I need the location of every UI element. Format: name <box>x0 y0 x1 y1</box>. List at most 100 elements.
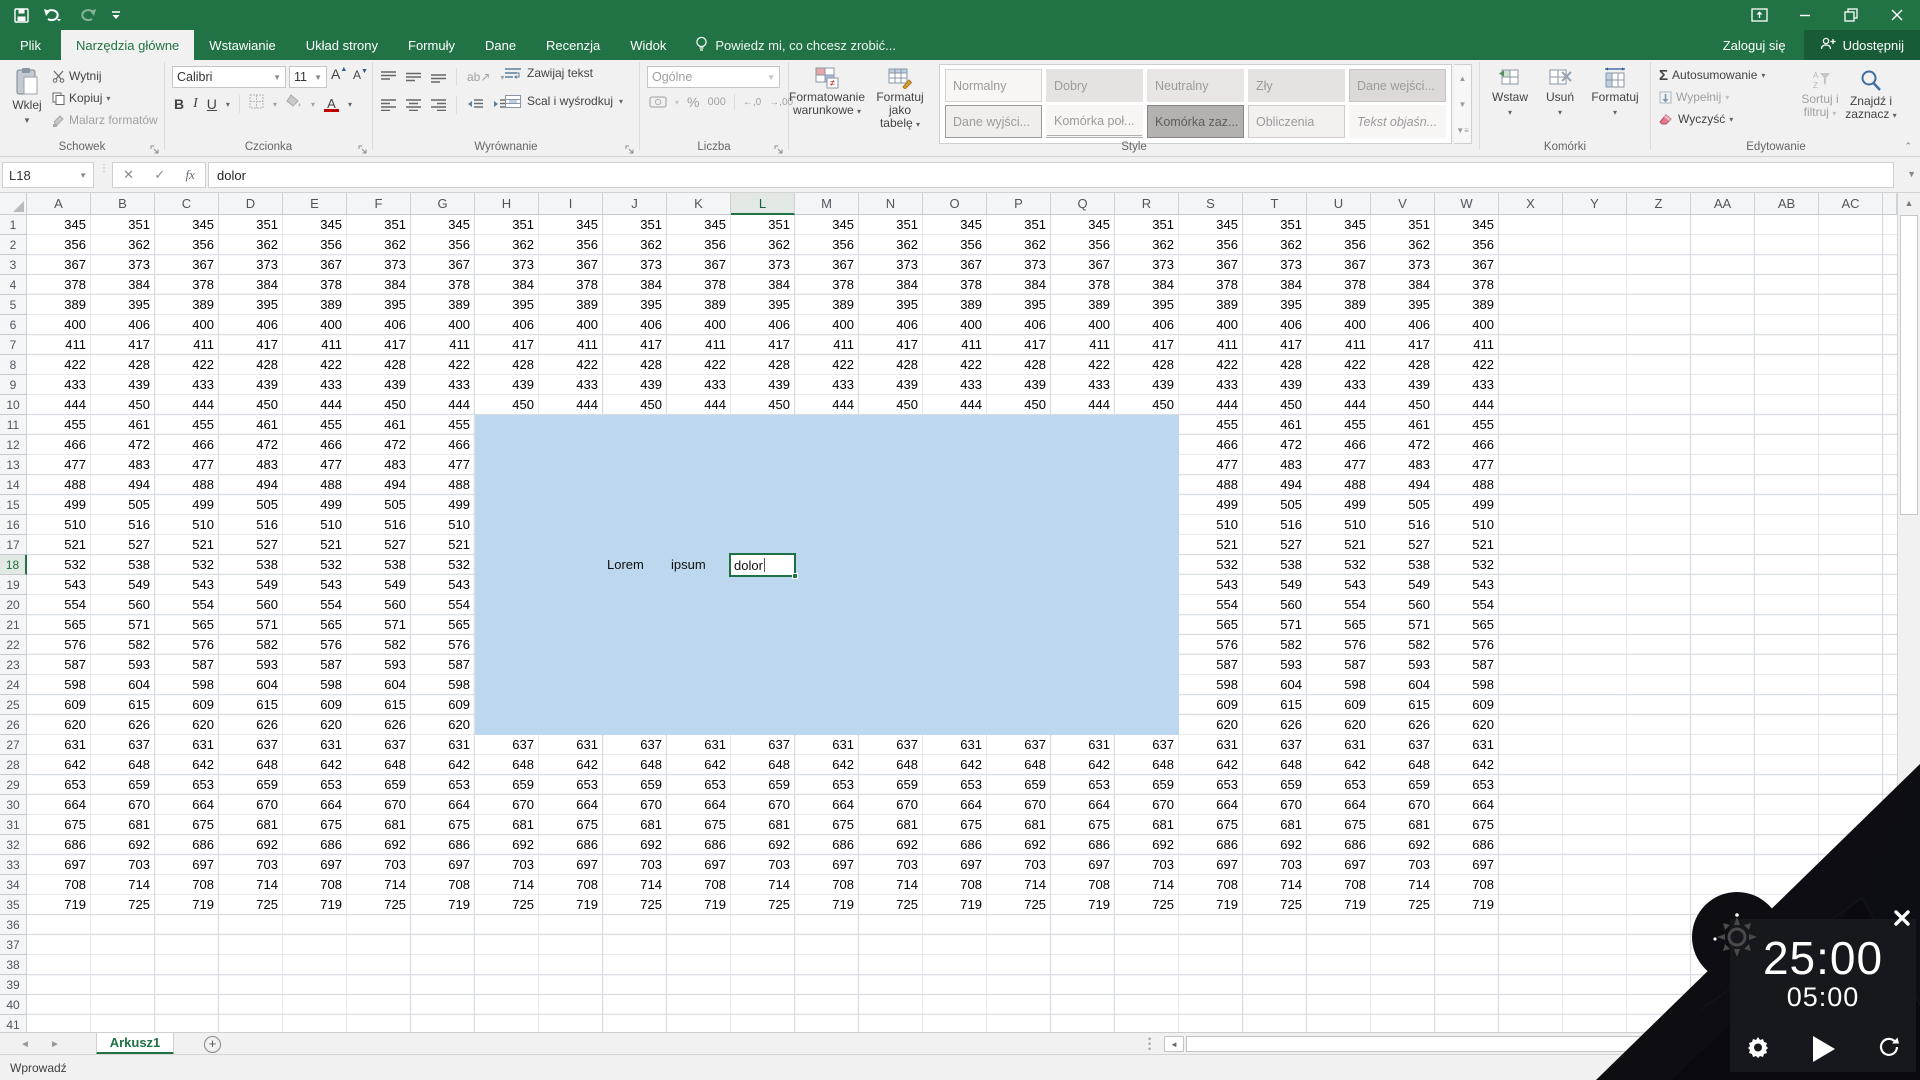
cell-C31[interactable]: 675 <box>155 815 219 835</box>
cell-W1[interactable]: 345 <box>1435 215 1499 235</box>
cell-A35[interactable]: 719 <box>27 895 91 915</box>
cell-D23[interactable]: 593 <box>219 655 283 675</box>
cell-K27[interactable]: 631 <box>667 735 731 755</box>
save-icon[interactable] <box>14 8 29 23</box>
cell-H7[interactable]: 417 <box>475 335 539 355</box>
row-header-8[interactable]: 8 <box>0 355 27 375</box>
cell-J31[interactable]: 681 <box>603 815 667 835</box>
cell-G24[interactable]: 598 <box>411 675 475 695</box>
cell-J3[interactable]: 373 <box>603 255 667 275</box>
tab-data[interactable]: Dane <box>470 30 531 60</box>
cell-U32[interactable]: 686 <box>1307 835 1371 855</box>
cell-J33[interactable]: 703 <box>603 855 667 875</box>
cell-T25[interactable]: 615 <box>1243 695 1307 715</box>
cell-H28[interactable]: 648 <box>475 755 539 775</box>
ribbon-display-options-icon[interactable] <box>1736 0 1782 30</box>
cell-G18[interactable]: 532 <box>411 555 475 575</box>
cell-B32[interactable]: 692 <box>91 835 155 855</box>
cell-L28[interactable]: 648 <box>731 755 795 775</box>
cell-G31[interactable]: 675 <box>411 815 475 835</box>
cell-E30[interactable]: 664 <box>283 795 347 815</box>
cell-J2[interactable]: 362 <box>603 235 667 255</box>
cell-J10[interactable]: 450 <box>603 395 667 415</box>
cell-U11[interactable]: 455 <box>1307 415 1371 435</box>
cell-C30[interactable]: 664 <box>155 795 219 815</box>
insert-function-icon[interactable]: fx <box>185 167 194 183</box>
cell-G34[interactable]: 708 <box>411 875 475 895</box>
cell-J1[interactable]: 351 <box>603 215 667 235</box>
cell-L32[interactable]: 692 <box>731 835 795 855</box>
cell-K34[interactable]: 708 <box>667 875 731 895</box>
cell-Q10[interactable]: 444 <box>1051 395 1115 415</box>
cell-T30[interactable]: 670 <box>1243 795 1307 815</box>
underline-dropdown-icon[interactable]: ▾ <box>226 100 230 109</box>
cell-N32[interactable]: 692 <box>859 835 923 855</box>
cell-K29[interactable]: 653 <box>667 775 731 795</box>
cell-E16[interactable]: 510 <box>283 515 347 535</box>
cell-R35[interactable]: 725 <box>1115 895 1179 915</box>
row-header-38[interactable]: 38 <box>0 955 27 975</box>
cell-V33[interactable]: 703 <box>1371 855 1435 875</box>
cell-F29[interactable]: 659 <box>347 775 411 795</box>
cell-T17[interactable]: 527 <box>1243 535 1307 555</box>
collapse-ribbon-icon[interactable]: ⌃ <box>1904 141 1912 152</box>
cell-J29[interactable]: 659 <box>603 775 667 795</box>
cell-T16[interactable]: 516 <box>1243 515 1307 535</box>
cell-A20[interactable]: 554 <box>27 595 91 615</box>
cell-R31[interactable]: 681 <box>1115 815 1179 835</box>
cell-H32[interactable]: 692 <box>475 835 539 855</box>
cell-B29[interactable]: 659 <box>91 775 155 795</box>
cell-A5[interactable]: 389 <box>27 295 91 315</box>
cell-D35[interactable]: 725 <box>219 895 283 915</box>
cell-G16[interactable]: 510 <box>411 515 475 535</box>
cell-P29[interactable]: 659 <box>987 775 1051 795</box>
cell-Q5[interactable]: 389 <box>1051 295 1115 315</box>
cell-U34[interactable]: 708 <box>1307 875 1371 895</box>
cell-V12[interactable]: 472 <box>1371 435 1435 455</box>
cell-P31[interactable]: 681 <box>987 815 1051 835</box>
select-all-corner[interactable] <box>0 193 27 215</box>
cell-S19[interactable]: 543 <box>1179 575 1243 595</box>
cell-N4[interactable]: 384 <box>859 275 923 295</box>
cell-P1[interactable]: 351 <box>987 215 1051 235</box>
cell-G30[interactable]: 664 <box>411 795 475 815</box>
row-header-22[interactable]: 22 <box>0 635 27 655</box>
cell-V23[interactable]: 593 <box>1371 655 1435 675</box>
tab-scroll-splitter[interactable]: ••• <box>1148 1037 1151 1052</box>
cell-H34[interactable]: 714 <box>475 875 539 895</box>
cell-M3[interactable]: 367 <box>795 255 859 275</box>
cell-E4[interactable]: 378 <box>283 275 347 295</box>
vertical-scrollbar[interactable]: ▲ <box>1897 193 1920 1032</box>
bold-button[interactable]: B <box>174 96 184 112</box>
cell-G21[interactable]: 565 <box>411 615 475 635</box>
cell-U12[interactable]: 466 <box>1307 435 1371 455</box>
cell-S5[interactable]: 389 <box>1179 295 1243 315</box>
cell-N3[interactable]: 373 <box>859 255 923 275</box>
cell-K5[interactable]: 389 <box>667 295 731 315</box>
cell-H30[interactable]: 670 <box>475 795 539 815</box>
cell-U18[interactable]: 532 <box>1307 555 1371 575</box>
cell-W3[interactable]: 367 <box>1435 255 1499 275</box>
cell-F9[interactable]: 439 <box>347 375 411 395</box>
cell-E25[interactable]: 609 <box>283 695 347 715</box>
styles-gallery-scroll[interactable]: ▲▼▼≡ <box>1454 64 1472 144</box>
cell-S24[interactable]: 598 <box>1179 675 1243 695</box>
cell-P10[interactable]: 450 <box>987 395 1051 415</box>
cell-G25[interactable]: 609 <box>411 695 475 715</box>
cell-T3[interactable]: 373 <box>1243 255 1307 275</box>
confirm-entry-icon[interactable]: ✓ <box>154 167 165 183</box>
cell-V34[interactable]: 714 <box>1371 875 1435 895</box>
cell-E5[interactable]: 389 <box>283 295 347 315</box>
cell-M4[interactable]: 378 <box>795 275 859 295</box>
font-size-combo[interactable]: 11▼ <box>289 66 327 88</box>
column-header-X[interactable]: X <box>1499 193 1563 215</box>
column-header-W[interactable]: W <box>1435 193 1499 215</box>
cell-I33[interactable]: 697 <box>539 855 603 875</box>
cell-L9[interactable]: 439 <box>731 375 795 395</box>
cell-J28[interactable]: 648 <box>603 755 667 775</box>
cell-I10[interactable]: 444 <box>539 395 603 415</box>
cell-E32[interactable]: 686 <box>283 835 347 855</box>
cell-R27[interactable]: 637 <box>1115 735 1179 755</box>
cell-E2[interactable]: 356 <box>283 235 347 255</box>
cell-A32[interactable]: 686 <box>27 835 91 855</box>
